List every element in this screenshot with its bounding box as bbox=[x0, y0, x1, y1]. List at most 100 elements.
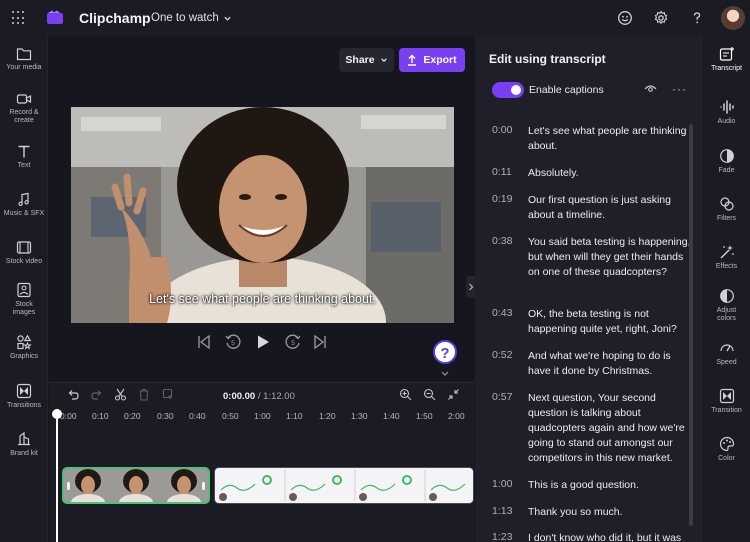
sidebar-item-label: Stock images bbox=[12, 301, 36, 316]
captions-toggle[interactable] bbox=[492, 82, 524, 98]
timeline-ruler[interactable]: 0:00 0:10 0:20 0:30 0:40 0:50 1:00 1:10 … bbox=[49, 411, 474, 427]
sidebar-item-record-create[interactable]: Record & create bbox=[0, 92, 48, 125]
audio-icon bbox=[719, 100, 734, 114]
entry-text[interactable]: I don't know who did it, but it was bbox=[528, 531, 693, 542]
video-clip-selected[interactable] bbox=[62, 467, 210, 504]
sidebar-item-label: Transitions bbox=[7, 402, 41, 409]
caption-text: Let's see what people are thinking about… bbox=[149, 292, 376, 306]
rail-item-label: Effects bbox=[715, 263, 738, 270]
skip-to-start-icon[interactable] bbox=[197, 333, 211, 351]
rail-item-speed[interactable]: Speed bbox=[702, 340, 750, 367]
entry-text[interactable]: This is a good question. bbox=[528, 478, 693, 493]
rail-item-audio[interactable]: Audio bbox=[702, 99, 750, 126]
rail-item-filters[interactable]: Filters bbox=[702, 196, 750, 223]
timeline-toolbar: 0:00.00 / 1:12.00 bbox=[49, 383, 474, 409]
entry-text[interactable]: And what we're hoping to do is have it d… bbox=[528, 349, 693, 379]
duplicate-icon[interactable] bbox=[162, 388, 175, 401]
chevron-down-icon bbox=[224, 16, 231, 21]
rail-item-adjust-colors[interactable]: Adjust colors bbox=[702, 288, 750, 323]
zoom-in-icon[interactable] bbox=[399, 388, 412, 401]
sidebar-item-transitions[interactable]: Transitions bbox=[0, 383, 48, 410]
sidebar-item-label: Music & SFX bbox=[3, 210, 45, 217]
chevron-down-icon[interactable] bbox=[440, 370, 450, 378]
sidebar-item-music-sfx[interactable]: Music & SFX bbox=[0, 192, 48, 218]
feedback-smiley-icon[interactable] bbox=[617, 10, 633, 26]
time-separator: / bbox=[255, 391, 264, 402]
rail-item-color[interactable]: Color bbox=[702, 436, 750, 463]
entry-text[interactable]: Thank you so much. bbox=[528, 505, 693, 520]
upload-icon bbox=[408, 54, 417, 66]
rewind-5-icon[interactable]: 5 bbox=[224, 333, 242, 351]
entry-text[interactable]: Our first question is just asking about … bbox=[528, 193, 693, 223]
sidebar-item-label: Stock video bbox=[5, 258, 43, 265]
timecode-display: 0:00.00 / 1:12.00 bbox=[223, 391, 295, 402]
sidebar-item-stock-images[interactable]: Stock images bbox=[0, 282, 48, 317]
share-button[interactable]: Share bbox=[339, 48, 394, 72]
playhead-handle[interactable] bbox=[52, 409, 62, 419]
transcript-icon bbox=[719, 47, 734, 61]
transitions-icon bbox=[16, 383, 32, 399]
tick-label: 0:40 bbox=[189, 411, 206, 421]
entry-text[interactable]: Absolutely. bbox=[528, 166, 693, 181]
split-scissors-icon[interactable] bbox=[114, 388, 127, 401]
forward-5-icon[interactable]: 5 bbox=[284, 333, 302, 351]
project-name-dropdown[interactable]: One to watch bbox=[151, 12, 232, 24]
video-clip[interactable] bbox=[214, 467, 474, 504]
settings-gear-icon[interactable] bbox=[653, 10, 669, 26]
sidebar-item-text[interactable]: Text bbox=[0, 144, 48, 170]
text-icon bbox=[18, 145, 30, 158]
clip-thumbnails bbox=[64, 469, 208, 502]
sidebar-item-your-media[interactable]: Your media bbox=[0, 47, 48, 72]
export-button[interactable]: Export bbox=[399, 48, 465, 72]
rail-item-effects[interactable]: Effects bbox=[702, 244, 750, 271]
tick-label: 0:20 bbox=[124, 411, 141, 421]
entry-text[interactable]: Next question, Your second question is t… bbox=[528, 391, 693, 466]
delete-trash-icon[interactable] bbox=[138, 388, 150, 401]
brand-kit-icon bbox=[18, 431, 30, 446]
eye-icon[interactable] bbox=[644, 84, 657, 94]
help-question-icon[interactable] bbox=[689, 10, 705, 26]
help-button[interactable]: ? bbox=[433, 340, 457, 364]
sidebar-item-label: Your media bbox=[6, 64, 42, 71]
rail-item-fade[interactable]: Fade bbox=[702, 148, 750, 175]
rail-item-label: Adjust colors bbox=[716, 307, 737, 322]
film-icon bbox=[16, 241, 32, 254]
entry-timestamp: 0:57 bbox=[492, 391, 513, 403]
sidebar-item-label: Record & create bbox=[9, 109, 39, 124]
share-label: Share bbox=[345, 54, 375, 66]
tick-label: 0:00 bbox=[60, 411, 77, 421]
rail-item-transition[interactable]: Transition bbox=[702, 388, 750, 415]
zoom-out-icon[interactable] bbox=[423, 388, 436, 401]
entry-text[interactable]: Let's see what people are thinking about… bbox=[528, 124, 693, 154]
app-launcher-icon[interactable] bbox=[12, 11, 26, 25]
rail-item-transcript[interactable]: Transcript bbox=[702, 46, 750, 73]
user-avatar[interactable] bbox=[721, 6, 745, 30]
music-icon bbox=[18, 192, 29, 206]
rail-item-label: Transcript bbox=[711, 65, 742, 72]
transcript-scrollbar[interactable] bbox=[689, 124, 693, 526]
entry-text[interactable]: OK, the beta testing is not happening qu… bbox=[528, 307, 693, 337]
play-icon[interactable] bbox=[255, 333, 271, 351]
redo-icon[interactable] bbox=[91, 389, 103, 401]
rail-item-label: Speed bbox=[716, 359, 737, 366]
tick-label: 1:00 bbox=[254, 411, 271, 421]
transcript-entry[interactable]: 1:23 I don't know who did it, but it was bbox=[475, 531, 701, 542]
entry-timestamp: 1:13 bbox=[492, 505, 513, 517]
playhead[interactable] bbox=[56, 409, 58, 542]
fit-timeline-icon[interactable] bbox=[447, 388, 460, 401]
sidebar-item-graphics[interactable]: Graphics bbox=[0, 334, 48, 361]
undo-icon[interactable] bbox=[67, 389, 79, 401]
panel-title: Edit using transcript bbox=[489, 52, 606, 66]
image-icon bbox=[17, 282, 31, 298]
entry-timestamp: 1:00 bbox=[492, 478, 513, 490]
entry-text[interactable]: You said beta testing is happening, but … bbox=[528, 235, 693, 280]
more-options-button[interactable]: ··· bbox=[672, 82, 687, 96]
skip-to-end-icon[interactable] bbox=[313, 333, 327, 351]
tick-label: 1:10 bbox=[286, 411, 303, 421]
sidebar-item-stock-video[interactable]: Stock video bbox=[0, 240, 48, 266]
tick-label: 1:30 bbox=[351, 411, 368, 421]
video-preview[interactable]: Let's see what people are thinking about… bbox=[71, 107, 454, 323]
camera-icon bbox=[16, 94, 32, 104]
rail-item-label: Fade bbox=[718, 167, 735, 174]
sidebar-item-brand-kit[interactable]: Brand kit bbox=[0, 431, 48, 458]
